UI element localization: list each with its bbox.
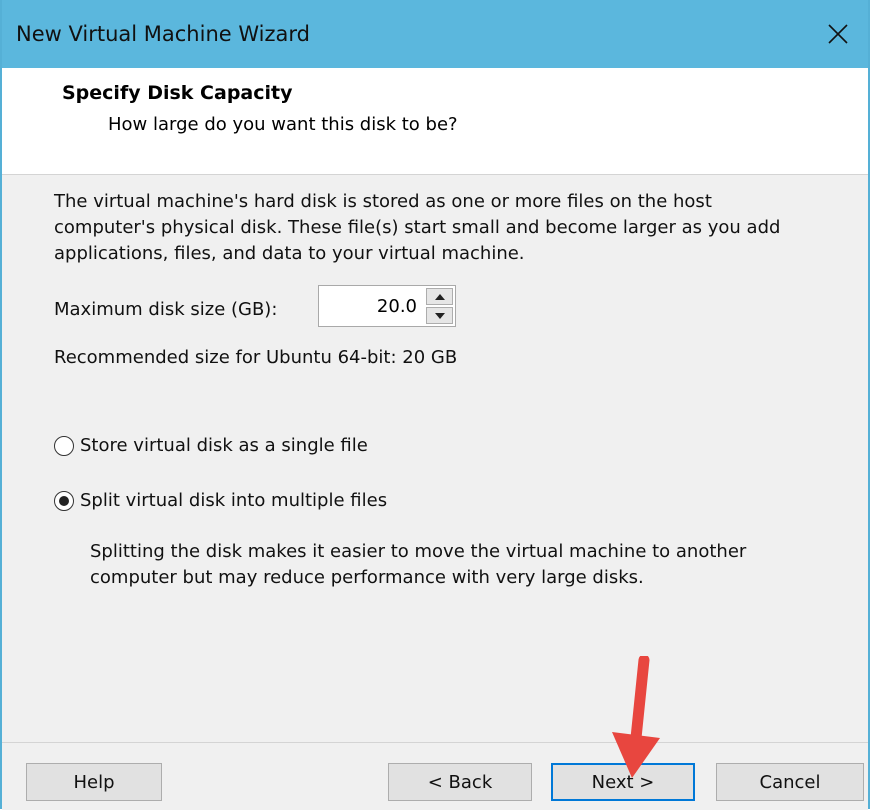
max-disk-size-spinbox [318,285,456,327]
next-button[interactable]: Next > [551,763,695,801]
close-button[interactable] [808,0,868,68]
spin-down-button[interactable] [426,307,453,324]
disk-description: The virtual machine's hard disk is store… [54,191,781,264]
radio-button-selected[interactable] [54,490,74,511]
wizard-content: The virtual machine's hard disk is store… [2,175,868,742]
spin-up-button[interactable] [426,288,453,305]
button-bar: Help < Back Next > Cancel [2,742,868,810]
radio-single-file-label: Store virtual disk as a single file [80,435,368,456]
wizard-header: Specify Disk Capacity How large do you w… [2,68,868,175]
split-description: Splitting the disk makes it easier to mo… [90,541,747,588]
page-title: Specify Disk Capacity [62,82,293,104]
arrow-up-icon [434,293,445,300]
wizard-window: New Virtual Machine Wizard Specify Disk … [0,0,870,810]
back-button[interactable]: < Back [388,763,532,801]
max-disk-size-input[interactable] [321,288,421,324]
page-subtitle: How large do you want this disk to be? [108,114,458,135]
radio-split-files[interactable]: Split virtual disk into multiple files [54,490,387,511]
close-icon [828,24,848,44]
title-bar: New Virtual Machine Wizard [2,0,868,68]
arrow-down-icon [434,312,445,319]
help-button[interactable]: Help [26,763,162,801]
radio-single-file[interactable]: Store virtual disk as a single file [54,435,368,456]
cancel-button[interactable]: Cancel [716,763,864,801]
max-disk-size-label: Maximum disk size (GB): [54,299,278,320]
radio-selected-dot [59,495,69,506]
window-title: New Virtual Machine Wizard [16,22,310,46]
recommended-size-text: Recommended size for Ubuntu 64-bit: 20 G… [54,347,458,368]
radio-split-files-label: Split virtual disk into multiple files [80,490,388,511]
radio-button-unselected[interactable] [54,435,74,456]
